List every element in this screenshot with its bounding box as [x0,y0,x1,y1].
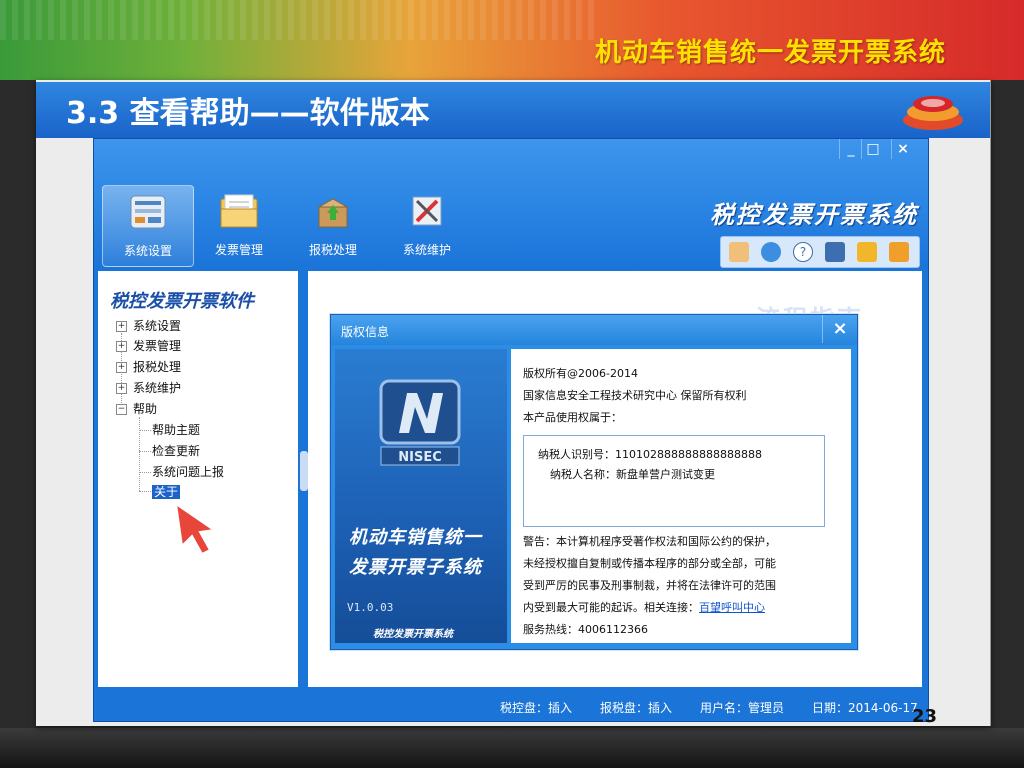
key-icon[interactable] [857,242,877,262]
tree-node-help[interactable]: − 帮助 [116,400,157,418]
tree-item-help-topics[interactable]: 帮助主题 [152,421,200,439]
expand-toggle[interactable]: + [116,341,127,352]
settings-icon [130,195,166,229]
service-hotline: 服务热线：4006112366 [523,623,648,636]
minimize-button[interactable]: _ [839,139,862,159]
status-tax-disk: 税控盘：插入 [500,701,573,715]
warning-line-4: 内受到最大可能的起诉。相关连接：百望呼叫中心 [523,601,765,614]
tree-item-about[interactable]: 关于 [152,483,181,501]
taxpayer-info-box: 纳税人识别号：110102888888888888888 纳税人名称：新盘单营户… [523,435,825,527]
nisec-logo-icon: NISEC [379,379,461,466]
toolbar-tax-report[interactable]: 报税处理 [288,185,378,265]
dialog-product-panel: NISEC 机动车销售统一 发票开票子系统 V1.0.03 税控发票开票系统 [335,349,507,643]
status-user: 用户名：管理员 [700,701,785,715]
tree-node-tax-report[interactable]: + 报税处理 [116,358,181,376]
taxpayer-id: 纳税人识别号：110102888888888888888 [538,448,762,461]
tree-item-check-updates[interactable]: 检查更新 [152,442,200,460]
status-bar: 税控盘：插入 报税盘：插入 用户名：管理员 日期：2014-06-17 [94,691,928,721]
app-header: _ □ × 系统设置 发票管理 报税处理 系统维护 税控发票开票系统 ? [94,139,928,268]
quick-action-bar: ? [720,236,920,268]
navigation-tree: 税控发票开票软件 + 系统设置 + 发票管理 + 报税处理 + 系统维护 − 帮助 帮助主… [98,271,298,687]
toolbar-invoice-management[interactable]: 发票管理 [194,185,284,265]
warning-line-1: 警告：本计算机程序受著作权法和国际公约的保护， [523,535,776,548]
brand-title: 税控发票开票系统 [710,201,918,229]
dialog-title: 版权信息 [341,325,390,339]
product-title-line1: 机动车销售统一 [349,527,482,548]
toolbar-label: 系统设置 [123,244,172,258]
warning-line-3: 受到严厉的民事及刑事制裁，并将在法律许可的范围 [523,579,776,592]
dialog-close-button[interactable]: × [822,315,857,343]
tree-node-system-settings[interactable]: + 系统设置 [116,317,181,335]
warning-line-2: 未经授权擅自复制或传播本程序的部分或全部，可能 [523,557,776,570]
copyright-dialog: 版权信息 × NISEC 机动车销售统一 发票开票子系统 V1.0.03 税控发… [330,314,858,650]
tree-node-invoice-management[interactable]: + 发票管理 [116,337,181,355]
svg-text:NISEC: NISEC [398,450,442,465]
copyright-text: 版权所有@2006-2014 [523,367,638,380]
toolbar-label: 发票管理 [214,243,263,257]
dialog-brand-label: 税控发票开票系统 [373,629,453,640]
box-upload-icon [317,198,349,228]
expand-toggle[interactable]: + [116,321,127,332]
tools-icon [412,196,442,226]
version-label: V1.0.03 [347,601,394,614]
globe-icon[interactable] [761,242,781,262]
panel-splitter-handle[interactable] [300,451,308,491]
toolbar-system-settings[interactable]: 系统设置 [102,185,194,267]
folder-icon [220,194,258,228]
selected-label: 关于 [152,485,181,499]
user-icon[interactable] [729,242,749,262]
collapse-toggle[interactable]: − [116,404,127,415]
expand-toggle[interactable]: + [116,383,127,394]
pointer-arrow-icon [174,501,217,556]
expand-toggle[interactable]: + [116,362,127,373]
toolbar-system-maintenance[interactable]: 系统维护 [382,185,472,265]
lock-icon[interactable] [889,242,909,262]
status-date: 日期：2014-06-17 [812,701,918,715]
call-center-link[interactable]: 百望呼叫中心 [699,601,765,614]
slide-header-title: 机动车销售统一发票开票系统 [594,38,946,68]
owner-text: 国家信息安全工程技术研究中心 保留所有权利 [523,389,747,402]
status-report-disk: 报税盘：插入 [600,701,673,715]
dialog-info-panel: 版权所有@2006-2014 国家信息安全工程技术研究中心 保留所有权利 本产品… [511,349,851,643]
maximize-button[interactable]: □ [861,139,884,159]
slide-footer-band [0,728,1024,768]
help-icon[interactable]: ? [793,242,813,262]
product-title-line2: 发票开票子系统 [349,557,482,578]
section-title: 3.3 查看帮助——软件版本 [66,96,430,131]
window-icon[interactable] [825,242,845,262]
dialog-titlebar[interactable]: 版权信息 × [331,315,857,345]
tree-item-report-issue[interactable]: 系统问题上报 [152,463,224,481]
close-window-button[interactable]: × [891,139,914,159]
toolbar-label: 系统维护 [402,243,451,257]
tree-title: 税控发票开票软件 [110,291,254,312]
license-to-text: 本产品使用权属于： [523,411,622,424]
tree-node-system-maintenance[interactable]: + 系统维护 [116,379,181,397]
page-number: 23 [912,706,938,727]
taxpayer-name: 纳税人名称：新盘单营户测试变更 [550,468,715,481]
toolbar-label: 报税处理 [308,243,357,257]
company-logo-icon [903,96,963,130]
